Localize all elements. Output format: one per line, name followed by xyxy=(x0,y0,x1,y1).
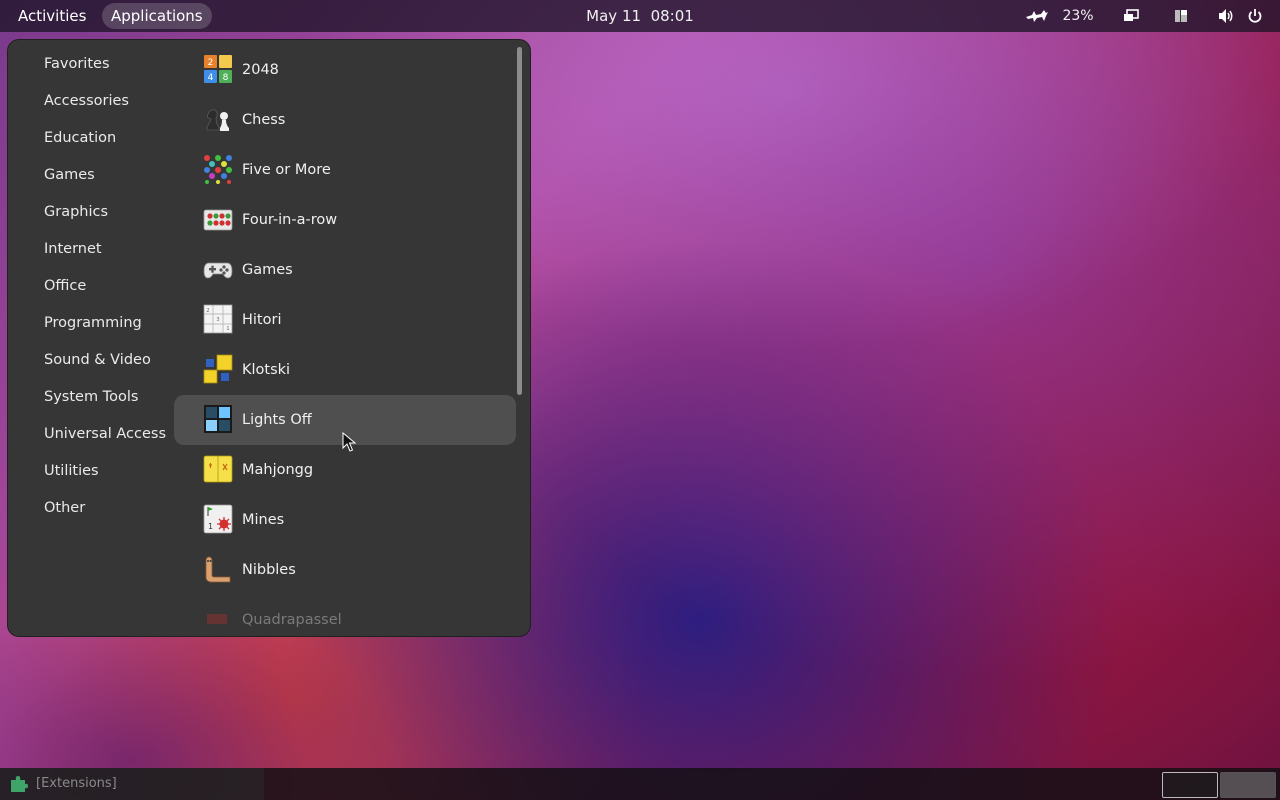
quadrapassel-icon xyxy=(203,604,233,634)
app-mines[interactable]: 1 Mines xyxy=(174,495,516,545)
volume-icon[interactable] xyxy=(1214,0,1238,32)
svg-text:1: 1 xyxy=(208,522,213,531)
category-system-tools[interactable]: System Tools xyxy=(44,387,138,407)
system-monitor-icon[interactable] xyxy=(1022,0,1052,32)
category-office[interactable]: Office xyxy=(44,276,86,296)
category-accessories[interactable]: Accessories xyxy=(44,91,129,111)
mines-icon: 1 xyxy=(203,504,233,534)
display-icon[interactable] xyxy=(1120,0,1142,32)
app-five-or-more[interactable]: Five or More xyxy=(174,145,516,195)
category-favorites[interactable]: Favorites xyxy=(44,54,110,74)
category-universal-access[interactable]: Universal Access xyxy=(44,424,166,444)
app-label: 2048 xyxy=(242,62,279,78)
svg-text:2: 2 xyxy=(208,58,214,68)
svg-text:1: 1 xyxy=(226,326,229,332)
app-label: Quadrapassel xyxy=(242,612,342,628)
lights-off-icon xyxy=(203,404,233,434)
category-graphics[interactable]: Graphics xyxy=(44,202,108,222)
nibbles-icon xyxy=(203,554,233,584)
battery-percent[interactable]: 23% xyxy=(1058,0,1098,32)
gamepad-icon xyxy=(203,254,233,284)
app-label: Mines xyxy=(242,512,285,528)
category-sound-video[interactable]: Sound & Video xyxy=(44,350,151,370)
bottom-panel: [Extensions] xyxy=(0,768,1280,800)
2048-icon: 2 4 8 xyxy=(203,54,233,84)
hitori-icon: 2 3 1 xyxy=(203,304,233,334)
clock-date: May 11 xyxy=(586,7,642,25)
activities-button[interactable]: Activities xyxy=(9,3,95,29)
category-games[interactable]: Games xyxy=(44,165,95,185)
workspace-2[interactable] xyxy=(1220,772,1276,798)
four-in-a-row-icon xyxy=(203,204,233,234)
category-utilities[interactable]: Utilities xyxy=(44,461,99,481)
top-bar: Activities Applications May 11 08:01 23% xyxy=(0,0,1280,32)
extensions-taskbar-item[interactable]: [Extensions] xyxy=(0,768,264,800)
category-programming[interactable]: Programming xyxy=(44,313,142,333)
app-chess[interactable]: Chess xyxy=(174,95,516,145)
app-label: Chess xyxy=(242,112,286,128)
applications-menu: Favorites Accessories Education Games Gr… xyxy=(7,39,531,637)
puzzle-piece-icon xyxy=(9,775,29,797)
app-label: Four-in-a-row xyxy=(242,212,338,228)
applications-menu-button[interactable]: Applications xyxy=(102,3,212,29)
app-label: Hitori xyxy=(242,312,282,328)
five-or-more-icon xyxy=(203,154,233,184)
app-label: Five or More xyxy=(242,162,331,178)
app-quadrapassel[interactable]: Quadrapassel xyxy=(174,595,516,636)
clock-time: 08:01 xyxy=(650,7,694,25)
app-label: Lights Off xyxy=(242,412,312,428)
svg-text:4: 4 xyxy=(208,73,214,83)
app-label: Nibbles xyxy=(242,562,296,578)
category-other[interactable]: Other xyxy=(44,498,85,518)
clock-button[interactable]: May 11 08:01 xyxy=(586,7,694,25)
app-nibbles[interactable]: Nibbles xyxy=(174,545,516,595)
app-label: Klotski xyxy=(242,362,291,378)
app-list-scrollbar[interactable] xyxy=(517,47,522,395)
chess-icon xyxy=(203,104,233,134)
klotski-icon xyxy=(203,354,233,384)
app-hitori[interactable]: 2 3 1 Hitori xyxy=(174,295,516,345)
app-games[interactable]: Games xyxy=(174,245,516,295)
power-icon[interactable] xyxy=(1244,0,1266,32)
app-2048[interactable]: 2 4 8 2048 xyxy=(174,45,516,95)
app-label: Games xyxy=(242,262,293,278)
layout-icon[interactable] xyxy=(1170,0,1192,32)
app-four-in-a-row[interactable]: Four-in-a-row xyxy=(174,195,516,245)
mouse-cursor-icon xyxy=(342,431,357,456)
category-education[interactable]: Education xyxy=(44,128,116,148)
mahjongg-icon xyxy=(203,454,233,484)
workspace-1[interactable] xyxy=(1162,772,1218,798)
svg-text:3: 3 xyxy=(216,317,219,323)
svg-text:2: 2 xyxy=(206,308,209,314)
category-internet[interactable]: Internet xyxy=(44,239,102,259)
app-klotski[interactable]: Klotski xyxy=(174,345,516,395)
extensions-label: [Extensions] xyxy=(36,776,117,791)
app-label: Mahjongg xyxy=(242,462,314,478)
svg-text:8: 8 xyxy=(223,73,229,83)
